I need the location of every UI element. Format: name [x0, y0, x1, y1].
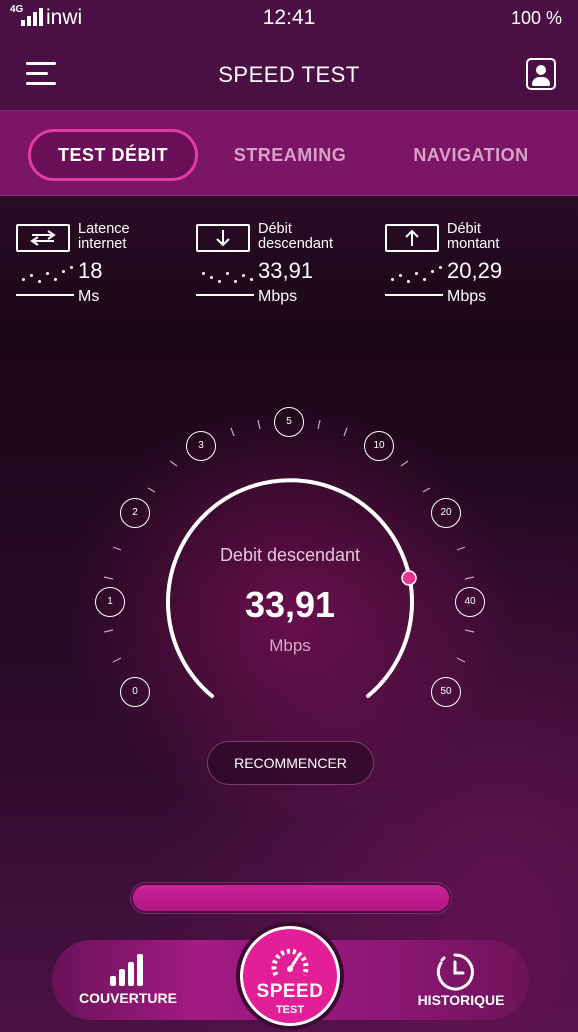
speed-test-button[interactable]: SPEED TEST — [240, 926, 340, 1026]
latency-value: 18 — [78, 258, 103, 283]
latency-metric: Latence internet 18 Ms — [16, 222, 206, 312]
divider — [16, 294, 74, 296]
latency-unit: Ms — [78, 288, 100, 305]
upload-unit: Mbps — [447, 288, 487, 305]
gauge-value: 33,91 — [244, 584, 336, 625]
gauge-scale-label: 50 — [431, 677, 461, 707]
divider — [385, 294, 443, 296]
download-unit: Mbps — [258, 288, 298, 305]
gauge-scale-label: 20 — [431, 498, 461, 528]
tab-streaming[interactable]: STREAMING — [220, 129, 360, 181]
speed-test-screen: 4G inwi 12:41 100 % SPEED TEST TEST DÉBI… — [0, 0, 578, 1032]
download-arrow-icon — [196, 224, 250, 252]
latency-label: Latence internet — [78, 221, 130, 252]
speedometer-icon — [271, 948, 309, 977]
activity-dots-icon — [20, 264, 76, 286]
nav-coverage[interactable]: COUVERTURE — [72, 990, 184, 1006]
tab-test-debit[interactable]: TEST DÉBIT — [28, 129, 198, 181]
gauge-scale-label: 40 — [455, 587, 485, 617]
activity-dots-icon — [389, 264, 445, 286]
restart-button[interactable]: RECOMMENCER — [207, 741, 374, 785]
upload-label: Débit montant — [447, 221, 500, 252]
activity-dots-icon — [200, 264, 256, 286]
page-title: SPEED TEST — [218, 62, 360, 87]
battery-level: 100 % — [510, 8, 562, 28]
test-type-tabs: TEST DÉBIT STREAMING NAVIGATION — [0, 110, 578, 196]
bidirectional-arrow-icon — [16, 224, 70, 252]
gauge-unit: Mbps — [269, 636, 311, 655]
download-label: Débit descendant — [258, 221, 333, 252]
status-bar: 4G inwi 12:41 100 % — [0, 0, 578, 38]
upload-metric: Débit montant 20,29 Mbps — [385, 222, 575, 312]
progress-fill — [133, 885, 449, 911]
test-progress-bar — [131, 883, 451, 913]
gauge-scale-label: 3 — [186, 431, 216, 461]
tab-navigation[interactable]: NAVIGATION — [396, 129, 546, 181]
coverage-signal-icon[interactable] — [110, 952, 150, 986]
speed-gauge: 0 1 2 3 5 10 20 40 50 Debit descendant 3… — [0, 380, 578, 740]
gauge-label: Debit descendant — [219, 545, 361, 565]
gauge-scale-label: 10 — [364, 431, 394, 461]
divider — [196, 294, 254, 296]
nav-history[interactable]: HISTORIQUE — [411, 992, 511, 1008]
gauge-scale-label: 0 — [120, 677, 150, 707]
gauge-scale-label: 1 — [95, 587, 125, 617]
download-metric: Débit descendant 33,91 Mbps — [196, 222, 386, 312]
app-header: SPEED TEST — [0, 38, 578, 110]
upload-arrow-icon — [385, 224, 439, 252]
speed-label: SPEED — [256, 981, 324, 1002]
gauge-scale-label: 5 — [274, 407, 304, 437]
user-profile-icon[interactable] — [526, 58, 556, 90]
upload-value: 20,29 — [447, 258, 503, 283]
history-clock-icon[interactable] — [435, 952, 475, 992]
test-label: TEST — [275, 1004, 305, 1016]
download-value: 33,91 — [258, 258, 314, 283]
gauge-scale-label: 2 — [120, 498, 150, 528]
clock: 12:41 — [262, 6, 316, 29]
